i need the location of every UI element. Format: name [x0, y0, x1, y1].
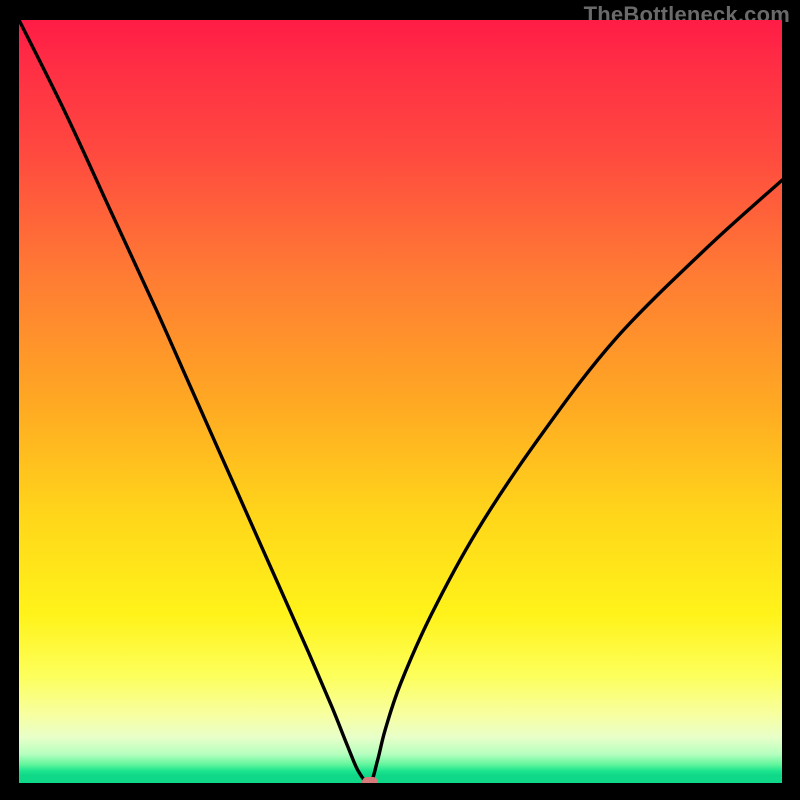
chart-frame: TheBottleneck.com	[0, 0, 800, 800]
chart-svg	[19, 20, 782, 783]
plot-area	[19, 20, 782, 783]
minimum-marker	[362, 777, 378, 783]
bottleneck-curve-line	[19, 20, 782, 783]
